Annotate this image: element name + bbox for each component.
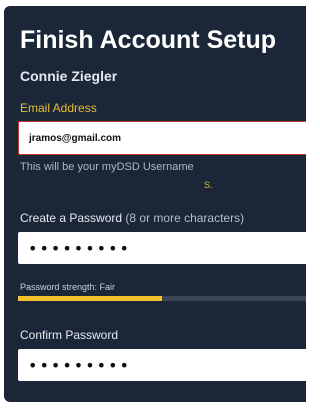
- stray-text: S.: [204, 180, 213, 190]
- email-field[interactable]: [18, 121, 306, 155]
- confirm-password-label: Confirm Password: [20, 328, 119, 342]
- password-hint: (8 or more characters): [125, 211, 245, 225]
- user-name: Connie Ziegler: [20, 68, 118, 84]
- page-title: Finish Account Setup: [20, 26, 277, 54]
- password-field[interactable]: [18, 232, 306, 264]
- password-label: Create a Password (8 or more characters): [20, 211, 244, 225]
- account-setup-panel: Finish Account Setup Connie Ziegler Emai…: [4, 6, 306, 402]
- email-help-text: This will be your myDSD Username: [20, 161, 194, 173]
- email-label: Email Address: [20, 101, 97, 115]
- password-strength-bar: [18, 296, 306, 301]
- password-strength-label: Password strength: Fair: [20, 282, 116, 292]
- password-strength-fill: [18, 296, 162, 301]
- password-label-text: Create a Password: [20, 211, 123, 225]
- confirm-password-field[interactable]: [18, 349, 306, 381]
